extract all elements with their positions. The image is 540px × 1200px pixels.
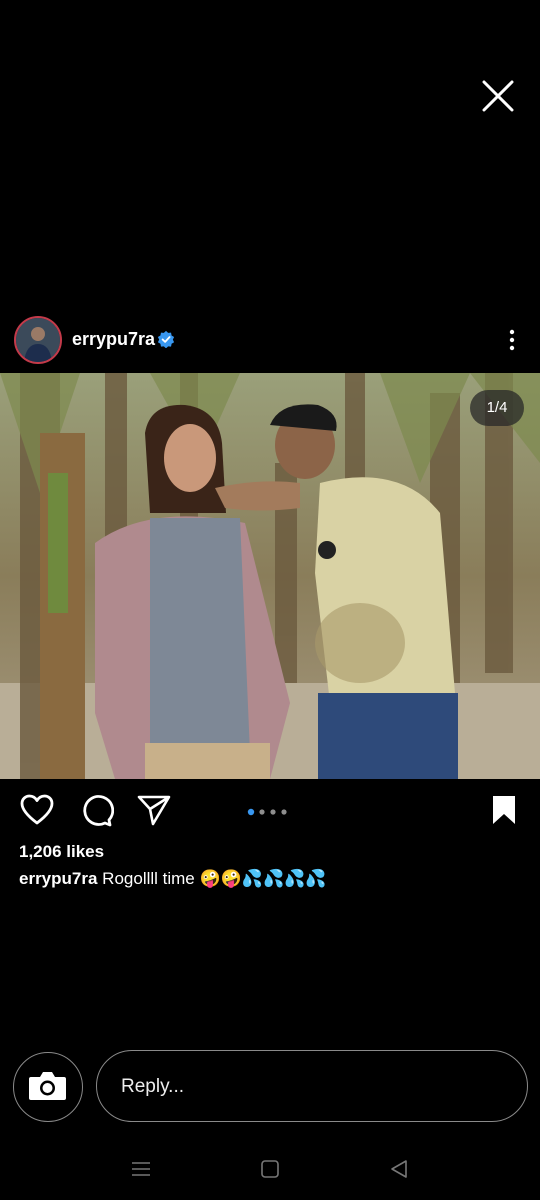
- caption-text: Rogollll time: [102, 869, 195, 888]
- menu-icon: [132, 1162, 150, 1176]
- caption: errypu7ra Rogollll time 🤪🤪💦💦💦💦: [19, 869, 327, 889]
- comment-icon: [83, 795, 115, 827]
- close-icon: [482, 80, 514, 112]
- post-image: [0, 373, 540, 779]
- back-triangle-icon: [391, 1160, 407, 1178]
- post-header: errypu7ra: [0, 312, 540, 368]
- carousel-indicator: [246, 804, 296, 816]
- verified-badge-icon: [157, 330, 175, 348]
- send-icon: [137, 795, 171, 826]
- reply-input[interactable]: Reply...: [96, 1050, 528, 1122]
- username[interactable]: errypu7ra: [72, 329, 155, 350]
- nav-menu-button[interactable]: [126, 1154, 156, 1184]
- caption-emoji: 🤪🤪💦💦💦💦: [199, 869, 327, 888]
- camera-icon: [29, 1072, 66, 1100]
- reply-placeholder: Reply...: [121, 1076, 185, 1097]
- camera-button[interactable]: [13, 1052, 83, 1122]
- likes-count[interactable]: 1,206 likes: [19, 842, 104, 862]
- bookmark-icon: [493, 796, 515, 824]
- more-options-button[interactable]: [500, 328, 524, 352]
- caption-username[interactable]: errypu7ra: [19, 869, 97, 888]
- nav-home-button[interactable]: [255, 1154, 285, 1184]
- like-button[interactable]: [19, 792, 55, 828]
- carousel-counter: 1/4: [470, 390, 524, 426]
- home-square-icon: [261, 1160, 279, 1178]
- system-nav-bar: [0, 1140, 540, 1200]
- action-bar: [0, 788, 540, 832]
- avatar[interactable]: [14, 316, 62, 364]
- comment-button[interactable]: [78, 792, 115, 828]
- close-button[interactable]: [478, 76, 518, 116]
- share-button[interactable]: [136, 792, 172, 828]
- save-button[interactable]: [486, 792, 522, 828]
- more-vertical-icon: [509, 329, 515, 351]
- nav-back-button[interactable]: [384, 1154, 414, 1184]
- post-photo[interactable]: [0, 373, 540, 779]
- avatar-image: [16, 318, 60, 362]
- heart-icon: [20, 794, 54, 825]
